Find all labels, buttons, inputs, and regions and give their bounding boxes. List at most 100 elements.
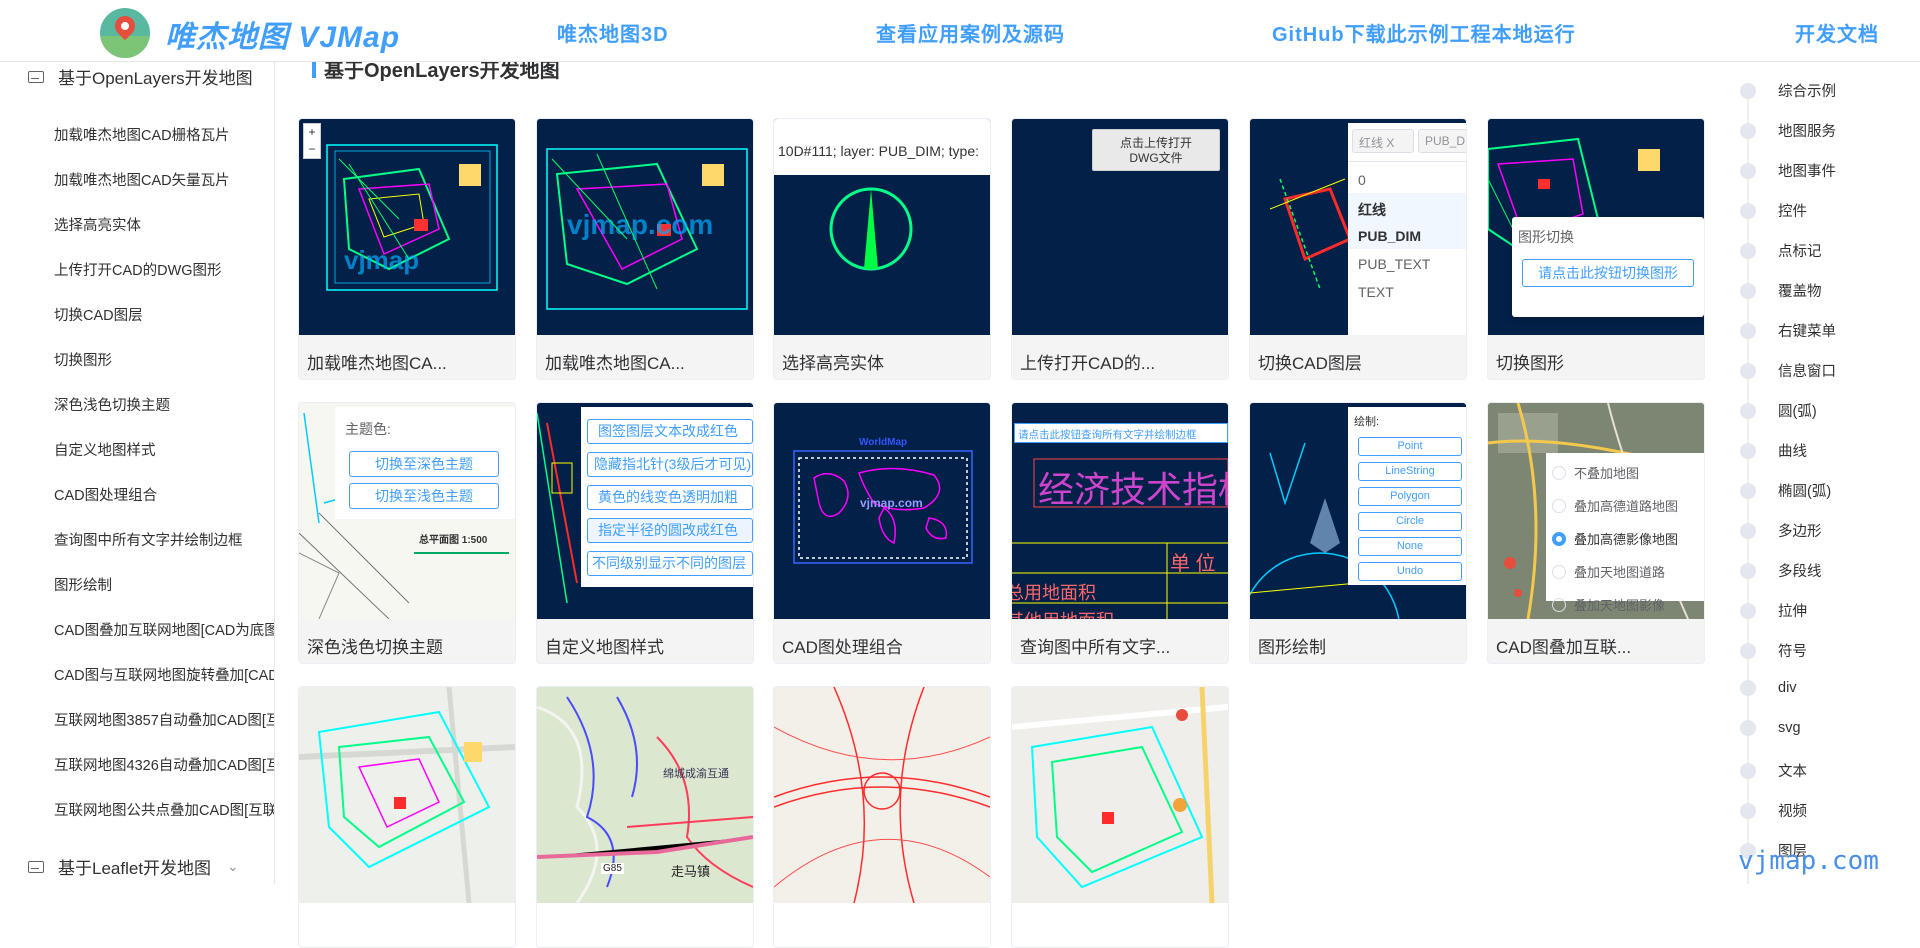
- example-card-map-4326[interactable]: 绵城成渝互通 走马镇 G85: [536, 686, 754, 948]
- card-thumbnail: 不叠加地图 叠加高德道路地图 叠加高德影像地图 叠加天地图道路 叠加天地图影像: [1488, 403, 1704, 619]
- rail-item[interactable]: 圆(弧): [1740, 400, 1817, 421]
- sidebar-item[interactable]: CAD图处理组合: [54, 484, 274, 505]
- dot-icon: [1740, 162, 1756, 179]
- dot-icon: [1740, 202, 1756, 219]
- rail-item[interactable]: 椭圆(弧): [1740, 480, 1831, 501]
- sidebar-item[interactable]: CAD图与互联网地图旋转叠加[CAD为底图]: [54, 664, 274, 685]
- sidebar-item[interactable]: 选择高亮实体: [54, 214, 274, 235]
- theme-panel: 主题色: 切换至深色主题 切换至浅色主题: [335, 407, 515, 519]
- sidebar-item[interactable]: 互联网地图4326自动叠加CAD图[互联网为底图]: [54, 754, 274, 775]
- example-card-map-3857[interactable]: [298, 686, 516, 948]
- card-thumbnail: WorldMap vjmap.com: [774, 403, 990, 619]
- sidebar-item[interactable]: 加载唯杰地图CAD矢量瓦片: [54, 169, 274, 190]
- rail-item[interactable]: 覆盖物: [1740, 280, 1822, 301]
- map-place-label: 走马镇: [671, 864, 711, 879]
- rail-item-label: 控件: [1778, 204, 1807, 220]
- example-card-custom-style[interactable]: 图签图层文本改成红色 隐藏指北针(3级后才可见) 黄色的线变色透明加粗 指定半径…: [536, 402, 754, 664]
- svg-text:WorldMap: WorldMap: [859, 437, 907, 448]
- example-card-draw[interactable]: 绘制: Point LineString Polygon Circle None…: [1249, 402, 1467, 664]
- basemap-option-label: 叠加高德道路地图: [1574, 499, 1679, 514]
- sidebar-item[interactable]: 切换CAD图层: [54, 304, 274, 325]
- card-thumbnail: 点击上传打开 DWG文件: [1012, 119, 1228, 335]
- dot-icon: [1740, 362, 1756, 379]
- example-card-upload[interactable]: 点击上传打开 DWG文件 上传打开CAD的...: [1011, 118, 1229, 380]
- basemap-option: 叠加天地图道路: [1552, 562, 1665, 581]
- nav-link-cases[interactable]: 查看应用案例及源码: [876, 18, 1065, 47]
- layer-option: PUB_TEXT: [1358, 256, 1431, 272]
- rail-item[interactable]: div: [1740, 680, 1797, 696]
- sidebar-item[interactable]: 深色浅色切换主题: [54, 394, 274, 415]
- dot-icon: [1740, 482, 1756, 499]
- dot-icon: [1740, 442, 1756, 459]
- highway-label: G85: [601, 863, 624, 874]
- style-button: 隐藏指北针(3级后才可见): [587, 452, 753, 477]
- rail-item[interactable]: 信息窗口: [1740, 360, 1836, 381]
- card-title: CAD图叠加互联...: [1496, 638, 1632, 657]
- rail-item[interactable]: 点标记: [1740, 240, 1822, 261]
- chevron-down-icon: ⌄: [227, 858, 239, 874]
- example-card-theme[interactable]: 总平面图 1:500 主题色: 切换至深色主题 切换至浅色主题 深色浅色切换主题: [298, 402, 516, 664]
- example-card-switch-graphic[interactable]: 图形切换 请点击此按钮切换图形 切换图形: [1487, 118, 1705, 380]
- upload-label-line: DWG文件: [1129, 151, 1183, 165]
- nav-link-github[interactable]: GitHub下载此示例工程本地运行: [1272, 18, 1576, 47]
- sidebar-item[interactable]: 互联网地图公共点叠加CAD图[互联网为底图]: [54, 799, 274, 820]
- rail-item[interactable]: 地图事件: [1740, 160, 1836, 181]
- card-thumbnail: vjmap + −: [299, 119, 515, 335]
- example-card-vector[interactable]: vjmap.com 加载唯杰地图CA...: [536, 118, 754, 380]
- rail-item[interactable]: 曲线: [1740, 440, 1807, 461]
- sidebar-item[interactable]: 上传打开CAD的DWG图形: [54, 259, 274, 280]
- upload-label-line: 点击上传打开: [1119, 136, 1192, 150]
- draw-linestring-button: LineString: [1358, 462, 1462, 481]
- example-card-map-rotate[interactable]: [1011, 686, 1229, 948]
- rail-item[interactable]: 多边形: [1740, 520, 1822, 541]
- card-title: 图形绘制: [1258, 638, 1326, 657]
- rail-item[interactable]: 综合示例: [1740, 80, 1836, 101]
- basemap-option: 叠加天地图影像: [1552, 595, 1665, 614]
- card-thumbnail: vjmap.com: [537, 119, 753, 335]
- dot-icon: [1740, 762, 1756, 779]
- sidebar-group-openlayers[interactable]: 基于OpenLayers开发地图: [28, 64, 253, 89]
- rail-item[interactable]: 右键菜单: [1740, 320, 1836, 341]
- rail-item[interactable]: 地图服务: [1740, 120, 1836, 141]
- card-title: 切换CAD图层: [1258, 354, 1362, 373]
- sidebar-item[interactable]: 加载唯杰地图CAD栅格瓦片: [54, 124, 274, 145]
- watermark-text: vjmap.com: [1738, 846, 1879, 876]
- sidebar-item[interactable]: 互联网地图3857自动叠加CAD图[互联网为底图]: [54, 709, 274, 730]
- rail-item[interactable]: 文本: [1740, 760, 1807, 781]
- brand-title[interactable]: 唯杰地图 VJMap: [165, 12, 400, 56]
- sidebar-item[interactable]: 切换图形: [54, 349, 274, 370]
- card-title: 查询图中所有文字...: [1020, 638, 1171, 657]
- nav-link-3d[interactable]: 唯杰地图3D: [557, 18, 669, 47]
- upload-dwg-button: 点击上传打开 DWG文件: [1092, 129, 1220, 171]
- rail-item[interactable]: 控件: [1740, 200, 1807, 221]
- sidebar-item[interactable]: 查询图中所有文字并绘制边框: [54, 529, 274, 550]
- sidebar-group-leaflet[interactable]: 基于Leaflet开发地图 ⌄: [28, 854, 239, 879]
- rail-item[interactable]: 符号: [1740, 640, 1807, 661]
- example-card-layers[interactable]: 红线 X PUB_D 0 红线 PUB_DIM PUB_TEXT TEXT 切换…: [1249, 118, 1467, 380]
- example-card-overlay[interactable]: 不叠加地图 叠加高德道路地图 叠加高德影像地图 叠加天地图道路 叠加天地图影像 …: [1487, 402, 1705, 664]
- rail-item-label: 曲线: [1778, 444, 1807, 460]
- vjmap-logo-icon[interactable]: [100, 8, 150, 58]
- sidebar-item[interactable]: 自定义地图样式: [54, 439, 274, 460]
- sidebar-item[interactable]: 图形绘制: [54, 574, 274, 595]
- rail-item[interactable]: 视频: [1740, 800, 1807, 821]
- example-card-query-text[interactable]: 请点击此按钮查询所有文字并绘制边框 经济技术指标 单 位 总用地面积 其他用地面…: [1011, 402, 1229, 664]
- rail-item-label: 信息窗口: [1778, 364, 1836, 380]
- top-navbar: 唯杰地图 VJMap 唯杰地图3D 查看应用案例及源码 GitHub下载此示例工…: [0, 0, 1920, 62]
- example-card-raster[interactable]: vjmap + − 加载唯杰地图CA...: [298, 118, 516, 380]
- card-thumbnail: 图形切换 请点击此按钮切换图形: [1488, 119, 1704, 335]
- rail-item[interactable]: svg: [1740, 720, 1801, 736]
- dot-icon: [1740, 562, 1756, 579]
- sidebar-item[interactable]: CAD图叠加互联网地图[CAD为底图]: [54, 619, 274, 640]
- example-card-compose[interactable]: WorldMap vjmap.com CAD图处理组合: [773, 402, 991, 664]
- rail-item[interactable]: 拉伸: [1740, 600, 1807, 621]
- rail-item[interactable]: 多段线: [1740, 560, 1822, 581]
- example-card-map-common-points[interactable]: [773, 686, 991, 948]
- dot-icon: [1740, 282, 1756, 299]
- dot-icon: [1740, 122, 1756, 139]
- example-card-highlight[interactable]: 10D#111; layer: PUB_DIM; type: 选择高亮实体: [773, 118, 991, 380]
- card-thumbnail: 请点击此按钮查询所有文字并绘制边框 经济技术指标 单 位 总用地面积 其他用地面…: [1012, 403, 1228, 619]
- draw-toolbar: 绘制: Point LineString Polygon Circle None…: [1348, 407, 1466, 585]
- card-thumbnail: [774, 687, 990, 903]
- nav-link-docs[interactable]: 开发文档: [1795, 18, 1879, 47]
